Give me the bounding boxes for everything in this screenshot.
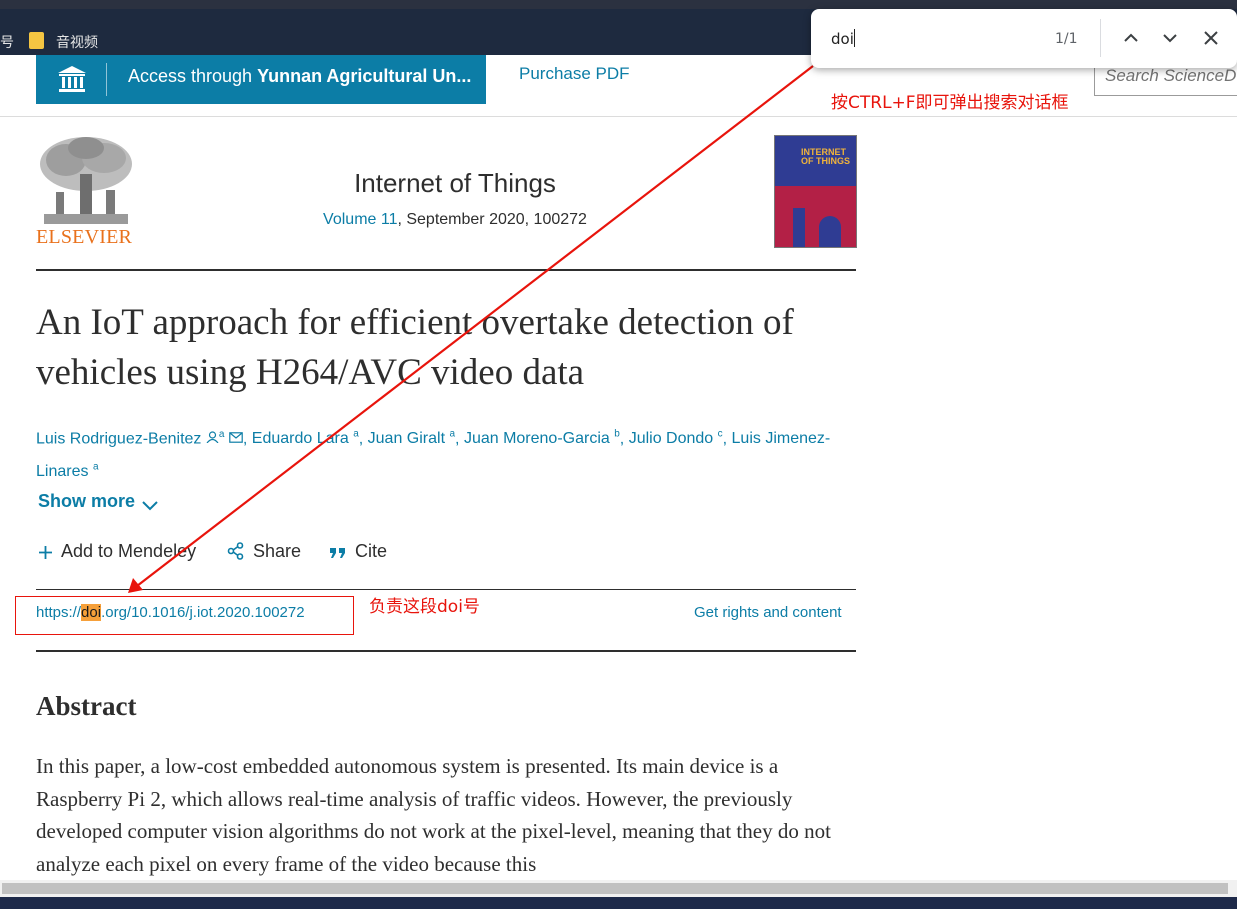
find-previous-button[interactable] bbox=[1119, 26, 1143, 50]
cover-art-arch bbox=[819, 216, 841, 247]
os-taskbar bbox=[0, 897, 1237, 909]
cover-art bbox=[775, 186, 856, 247]
author-list: Luis Rodriguez-Benitez a , Eduardo Lara … bbox=[36, 429, 831, 480]
find-match-count: 1/1 bbox=[1055, 31, 1078, 47]
journal-meta: Volume 11, September 2020, 100272 bbox=[36, 211, 874, 229]
annotation-doi-note: 负责这段doi号 bbox=[369, 597, 480, 617]
chevron-down-icon bbox=[1163, 34, 1177, 43]
journal-cover-image[interactable]: INTERNET OF THINGS bbox=[774, 135, 857, 248]
cover-art-bar bbox=[793, 208, 805, 247]
institution-access-button[interactable]: Access through Yunnan Agricultural Un... bbox=[36, 55, 486, 104]
header-divider bbox=[0, 116, 1237, 117]
access-label: Access through Yunnan Agricultural Un... bbox=[128, 66, 472, 86]
cover-title: INTERNET OF THINGS bbox=[801, 147, 850, 166]
abstract-text: In this paper, a low-cost embedded auton… bbox=[36, 754, 831, 876]
article-title: An IoT approach for efficient overtake d… bbox=[36, 302, 794, 393]
volume-link[interactable]: Volume 11 bbox=[323, 211, 397, 228]
annotation-doi-box bbox=[15, 596, 354, 635]
abstract-heading: Abstract bbox=[36, 691, 137, 721]
show-more-button[interactable]: Show more bbox=[38, 491, 159, 512]
find-next-button[interactable] bbox=[1158, 26, 1182, 50]
author-link[interactable]: Eduardo Lara a bbox=[252, 429, 359, 447]
doi-top-divider bbox=[36, 589, 856, 590]
text-caret bbox=[853, 29, 855, 47]
author-link[interactable]: Juan Giralt a bbox=[368, 429, 455, 447]
journal-title[interactable]: Internet of Things bbox=[36, 168, 874, 199]
author-link[interactable]: Luis Rodriguez-Benitez bbox=[36, 430, 201, 447]
cite-button[interactable]: Cite bbox=[329, 541, 387, 562]
institution-icon bbox=[58, 66, 86, 92]
journal-divider bbox=[36, 269, 856, 271]
elsevier-wordmark[interactable]: ELSEVIER bbox=[36, 226, 132, 249]
doi-bottom-divider bbox=[36, 650, 856, 652]
horizontal-scrollbar[interactable] bbox=[0, 880, 1237, 897]
bookmark-fragment[interactable]: 号 bbox=[0, 32, 14, 52]
author-link[interactable]: Julio Dondo c bbox=[629, 429, 723, 447]
get-rights-link[interactable]: Get rights and content bbox=[694, 604, 842, 621]
annotation-find-note: 按CTRL+F即可弹出搜索对话框 bbox=[831, 93, 1069, 113]
person-icon bbox=[206, 431, 219, 444]
find-separator bbox=[1100, 19, 1101, 57]
share-button[interactable]: Share bbox=[227, 541, 301, 562]
find-in-page-bar: doi 1/1 bbox=[811, 9, 1237, 68]
author-link[interactable]: Juan Moreno-Garcia b bbox=[464, 429, 620, 447]
chevron-up-icon bbox=[1124, 33, 1138, 42]
close-icon bbox=[1204, 31, 1218, 45]
browser-top-strip bbox=[0, 0, 1237, 9]
find-input[interactable]: doi bbox=[831, 29, 855, 48]
find-close-button[interactable] bbox=[1199, 26, 1223, 50]
chevron-down-icon bbox=[142, 501, 158, 511]
access-divider bbox=[106, 63, 107, 96]
add-to-mendeley-button[interactable]: Add to Mendeley bbox=[38, 541, 196, 562]
folder-icon[interactable] bbox=[29, 32, 44, 49]
scrollbar-thumb[interactable] bbox=[2, 883, 1228, 894]
affiliation-marker: a bbox=[218, 429, 225, 440]
share-icon bbox=[227, 542, 244, 560]
purchase-pdf-link[interactable]: Purchase PDF bbox=[519, 64, 630, 84]
plus-icon bbox=[39, 546, 52, 559]
email-icon[interactable] bbox=[229, 432, 243, 444]
search-placeholder: Search ScienceD bbox=[1105, 66, 1237, 85]
quote-icon bbox=[330, 548, 345, 558]
bookmark-folder-label[interactable]: 音视频 bbox=[56, 32, 98, 52]
issue-info: , September 2020, 100272 bbox=[397, 211, 587, 228]
